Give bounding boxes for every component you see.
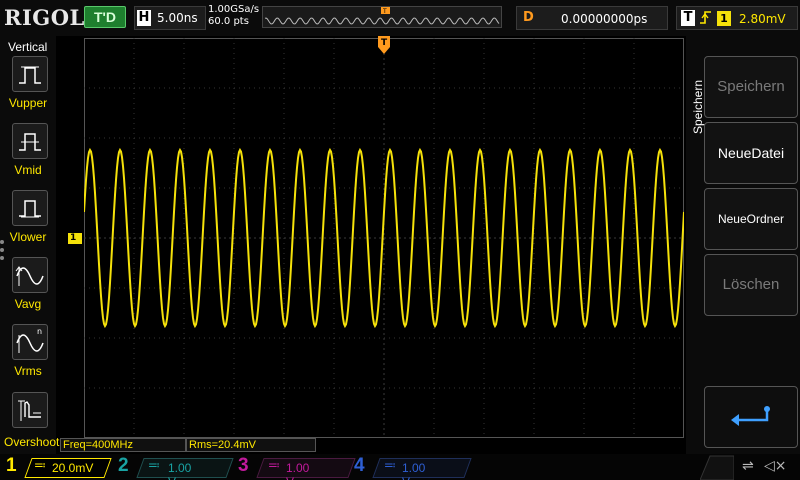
channel-3-scale: 1.00 V [286, 461, 310, 480]
trigger-position-marker[interactable]: T [378, 36, 390, 56]
trigger-badge: T [681, 10, 695, 26]
channel-4-scale: 1.00 V [402, 461, 426, 480]
neue-ordner-button[interactable]: NeueOrdner [704, 188, 798, 250]
timebase-box[interactable]: H 5.00ns [134, 6, 206, 30]
menu-page-indicator [0, 240, 6, 264]
menu-title: Vertical [8, 40, 48, 54]
trigger-box[interactable]: T 1 2.80mV [676, 6, 798, 30]
neue-datei-button[interactable]: NeueDatei [704, 122, 798, 184]
return-arrow-icon [731, 406, 770, 426]
memory-waveform-preview: T [264, 7, 500, 25]
channel-bar: 1 ≕ 20.0mV 2 ≕ 1.00 V 3 ≕ 1.00 V 4 ≕ 1.0… [0, 454, 800, 480]
save-menu: Speichern Speichern NeueDatei NeueOrdner… [686, 36, 800, 454]
menu-item-vmid[interactable]: Vmid [6, 123, 50, 177]
menu-item-vupper[interactable]: Vupper [6, 56, 50, 110]
menu-item-vavg[interactable]: Vavg [6, 257, 50, 311]
memory-overview-strip: T [262, 6, 502, 28]
menu-item-label: Vupper [8, 96, 48, 110]
freq-measurement[interactable]: Freq=400MHz [60, 438, 186, 452]
channel-1-scale: 20.0mV [52, 461, 94, 475]
rigol-logo: RIGOL [4, 5, 85, 30]
vrms-icon: n [16, 327, 44, 353]
rising-edge-icon [700, 11, 711, 24]
menu-item-label: Vavg [14, 297, 42, 311]
menu-item-label: Overshoot [4, 435, 60, 449]
run-state-indicator[interactable]: T'D [84, 6, 126, 28]
dc-coupling-icon: ≕ [148, 458, 160, 472]
overshoot-icon [18, 400, 41, 421]
memory-depth: 60.0 pts [208, 16, 249, 27]
menu-item-label: Vmid [14, 163, 42, 177]
top-status-bar: RIGOL T'D H 5.00ns 1.00GSa/s 60.0 pts T … [0, 0, 800, 36]
usb-icon: ⇌ [742, 458, 754, 474]
vlower-icon [19, 200, 41, 218]
dc-coupling-icon: ≕ [384, 458, 396, 472]
loeschen-button[interactable]: Löschen [704, 254, 798, 316]
menu-item-overshoot[interactable] [6, 392, 50, 428]
vavg-icon [15, 266, 44, 286]
channel-2-number: 2 [118, 455, 129, 476]
dc-coupling-icon: ≕ [34, 458, 46, 472]
svg-text:T: T [382, 8, 387, 15]
menu-item-label: Vlower [9, 230, 47, 244]
trigger-level: 2.80mV [739, 12, 786, 26]
save-menu-title: Speichern [691, 79, 705, 135]
utility-tab-icon[interactable] [700, 454, 734, 480]
menu-item-label: Vrms [14, 364, 42, 378]
sample-rate: 1.00GSa/s [208, 4, 260, 15]
channel-3-number: 3 [238, 455, 249, 476]
trigger-source: 1 [717, 11, 731, 26]
menu-item-vrms[interactable]: n Vrms [6, 324, 50, 378]
speichern-button[interactable]: Speichern [704, 56, 798, 118]
channel-2-scale: 1.00 V [168, 461, 192, 480]
delay-badge: D [523, 10, 534, 25]
channel-1-offset-marker[interactable]: 1 [68, 233, 82, 244]
svg-text:n: n [37, 327, 42, 336]
rms-measurement[interactable]: Rms=20.4mV [186, 438, 316, 452]
sample-info: 1.00GSa/s 60.0 pts [208, 4, 259, 28]
channel-1-number: 1 [6, 455, 17, 476]
waveform-display [84, 38, 684, 438]
vmid-icon [19, 133, 41, 151]
dc-coupling-icon: ≕ [268, 458, 280, 472]
timebase-value: 5.00ns [157, 11, 198, 25]
delay-value: 0.00000000ps [561, 12, 648, 26]
vertical-measure-menu: Vertical Vupper Vmid Vlower Vavg n Vrms [0, 36, 56, 454]
channel-4-number: 4 [354, 455, 365, 476]
svg-text:T: T [381, 38, 388, 48]
delay-box[interactable]: D 0.00000000ps [516, 6, 668, 30]
timebase-badge: H [137, 10, 151, 26]
vupper-icon [19, 66, 41, 84]
speaker-mute-icon[interactable]: ◁× [764, 458, 787, 474]
menu-item-vlower[interactable]: Vlower [6, 190, 50, 244]
back-button[interactable] [704, 386, 798, 448]
